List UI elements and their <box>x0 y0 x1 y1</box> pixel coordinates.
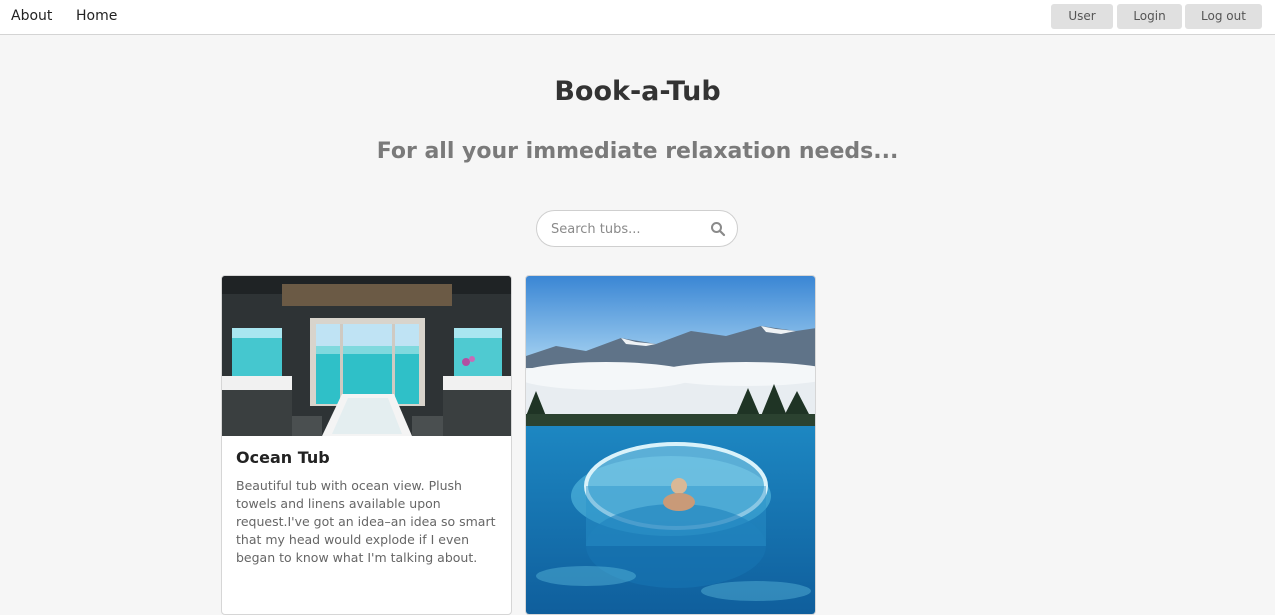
card-title: Ocean Tub <box>236 448 330 467</box>
tub-card[interactable] <box>525 275 816 615</box>
nav-about-link[interactable]: About <box>11 8 52 24</box>
nav-home-link[interactable]: Home <box>76 8 117 24</box>
ocean-bathroom-image <box>222 276 511 436</box>
login-button[interactable]: Login <box>1117 4 1182 29</box>
card-description: Beautiful tub with ocean view. Plush tow… <box>236 478 496 565</box>
logout-button[interactable]: Log out <box>1185 4 1262 29</box>
page-title: Book-a-Tub <box>554 76 721 107</box>
search-box <box>536 210 738 247</box>
search-icon[interactable] <box>710 221 726 237</box>
search-input[interactable] <box>551 220 701 238</box>
top-navbar: About Home User Login Log out <box>0 0 1275 35</box>
tub-card[interactable]: Ocean Tub Beautiful tub with ocean view.… <box>221 275 512 615</box>
mountain-infinity-pool-image <box>526 276 815 614</box>
page-subtitle: For all your immediate relaxation needs.… <box>376 139 899 164</box>
user-button[interactable]: User <box>1051 4 1113 29</box>
